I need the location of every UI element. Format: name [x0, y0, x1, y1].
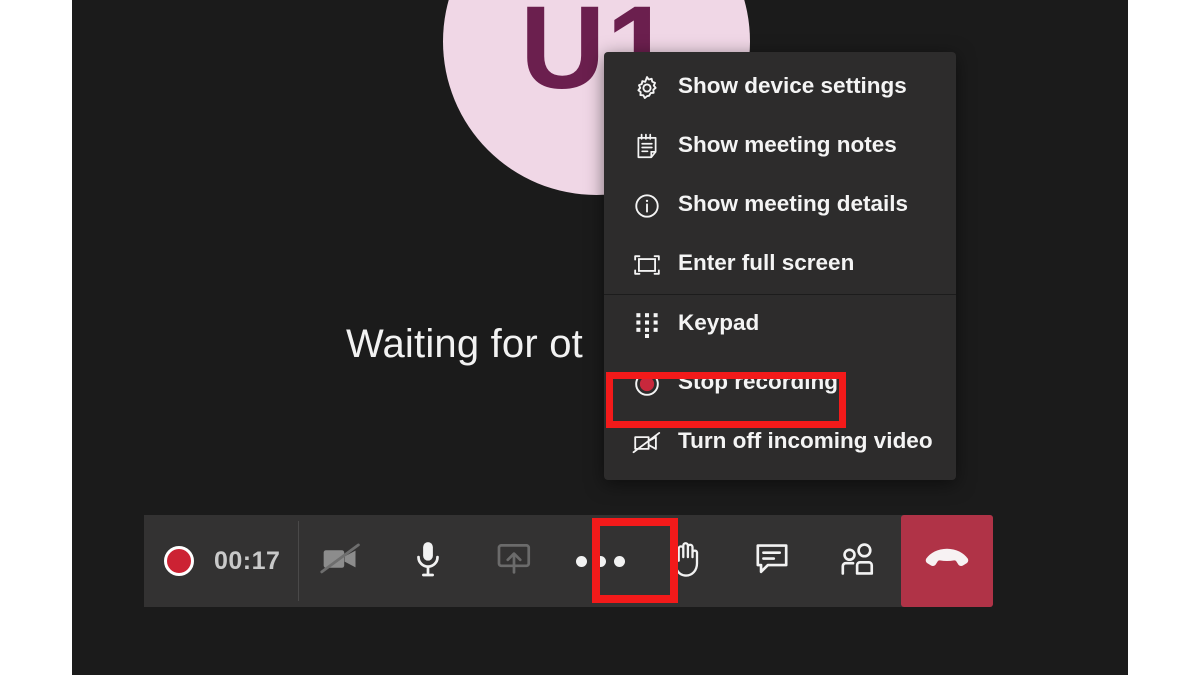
more-actions-button[interactable] [557, 515, 643, 607]
notes-icon [632, 132, 662, 162]
raise-hand-icon [669, 540, 703, 583]
chat-icon [754, 542, 790, 581]
menu-item-label: Keypad [678, 310, 760, 336]
menu-group-primary: Show device settings Show meeting notes [604, 58, 956, 294]
microphone-icon [413, 540, 443, 583]
menu-item-label: Turn off incoming video [678, 428, 933, 454]
menu-group-secondary: Keypad Stop recording Turn off incoming … [604, 294, 956, 472]
menu-item-enter-full-screen[interactable]: Enter full screen [604, 235, 956, 294]
keypad-icon [632, 310, 662, 340]
menu-item-stop-recording[interactable]: Stop recording [604, 354, 956, 413]
gear-icon [632, 73, 662, 103]
menu-item-label: Show meeting details [678, 191, 909, 217]
hangup-button[interactable] [901, 515, 994, 607]
info-icon [632, 191, 662, 221]
toolbar-controls [299, 515, 902, 607]
menu-item-label: Stop recording [678, 369, 839, 395]
people-button[interactable] [815, 515, 901, 607]
record-dot-icon [164, 546, 194, 576]
meeting-stage: U1 Waiting for ot Show device settings S… [72, 0, 1128, 675]
share-button[interactable] [471, 515, 557, 607]
menu-item-keypad[interactable]: Keypad [604, 295, 956, 354]
share-screen-icon [494, 542, 534, 581]
menu-item-label: Show device settings [678, 73, 907, 99]
chat-button[interactable] [729, 515, 815, 607]
more-actions-menu[interactable]: Show device settings Show meeting notes [604, 52, 956, 480]
stop-recording-icon [632, 369, 662, 399]
menu-item-turn-off-incoming-video[interactable]: Turn off incoming video [604, 413, 956, 472]
menu-item-show-meeting-details[interactable]: Show meeting details [604, 176, 956, 235]
menu-item-show-meeting-notes[interactable]: Show meeting notes [604, 117, 956, 176]
menu-item-label: Enter full screen [678, 250, 855, 276]
recording-indicator: 00:17 [144, 515, 299, 607]
screenshot-root: U1 Waiting for ot Show device settings S… [0, 0, 1200, 675]
video-off-icon [632, 428, 662, 458]
meeting-toolbar: 00:17 [144, 515, 994, 607]
menu-item-show-device-settings[interactable]: Show device settings [604, 58, 956, 117]
hangup-icon [924, 547, 970, 576]
fullscreen-icon [632, 250, 662, 280]
menu-item-label: Show meeting notes [678, 132, 897, 158]
waiting-message: Waiting for ot [346, 322, 583, 366]
recording-timer: 00:17 [214, 546, 281, 575]
people-icon [839, 542, 877, 581]
raise-hand-button[interactable] [643, 515, 729, 607]
camera-off-icon [320, 542, 364, 581]
microphone-button[interactable] [385, 515, 471, 607]
more-dots-icon [575, 555, 625, 567]
camera-button[interactable] [299, 515, 385, 607]
